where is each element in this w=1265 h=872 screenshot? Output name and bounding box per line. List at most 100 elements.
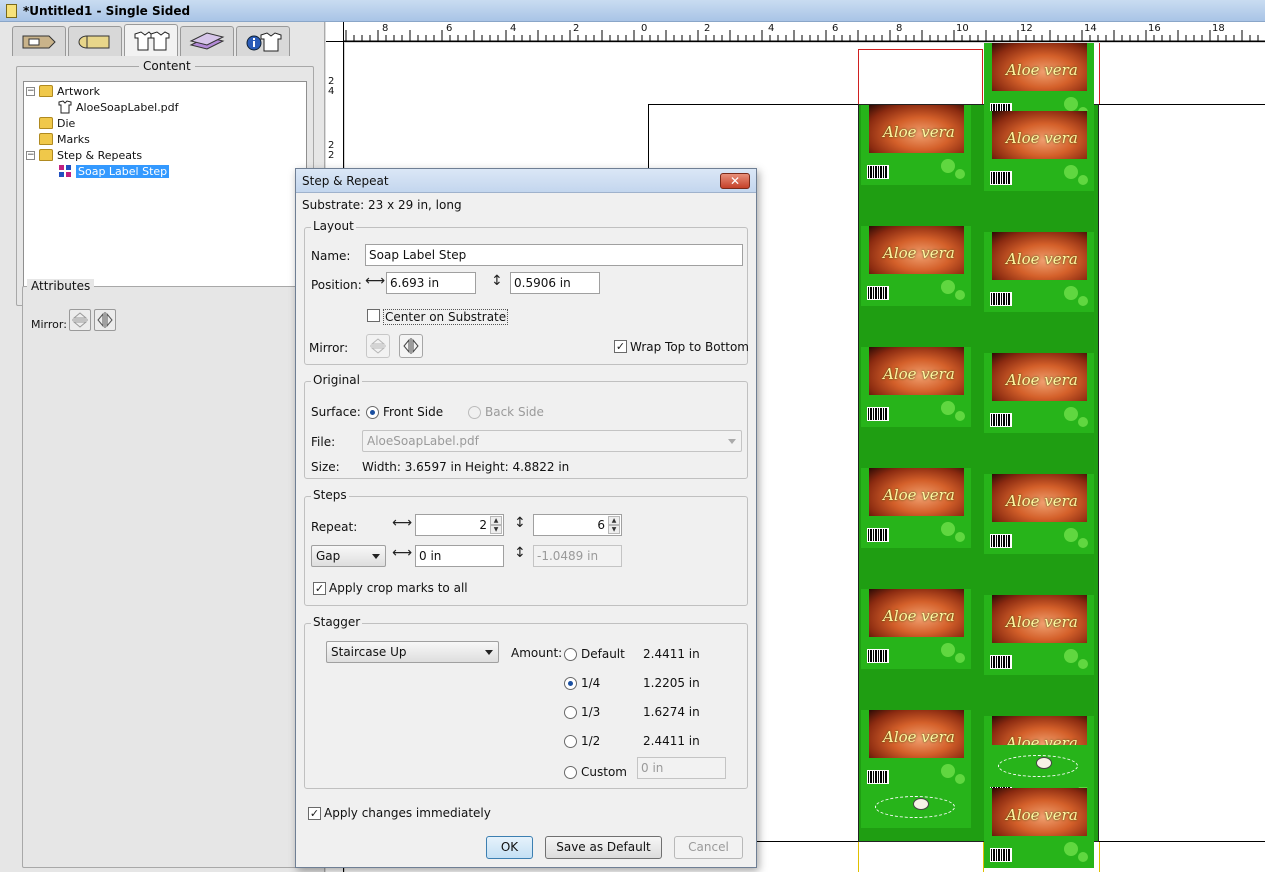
folder-icon [39,133,53,145]
flip-horizontal-icon [403,338,419,354]
tree-item-artwork[interactable]: − Artwork [26,83,100,99]
window-title: *Untitled1 - Single Sided [23,3,191,18]
front-side-radio[interactable] [366,406,379,419]
save-as-default-button[interactable]: Save as Default [545,836,662,859]
mirror-vertical-button[interactable] [366,334,390,358]
stagger-default-radio[interactable] [564,648,577,661]
stagger-mode-dropdown[interactable]: Staircase Up [326,641,499,663]
tab-sheets[interactable] [180,26,234,56]
apply-changes-checkbox[interactable]: ✓ [308,807,321,820]
collapse-icon[interactable]: − [26,86,35,96]
front-side-label[interactable]: Front Side [383,405,443,419]
decor-dot [1064,97,1078,111]
stagger-third-radio[interactable] [564,706,577,719]
tree-item-die[interactable]: Die [39,115,75,131]
flip-horizontal-icon [97,312,113,328]
file-dropdown[interactable]: AloeSoapLabel.pdf [362,430,742,452]
amount-label: Amount: [511,646,563,660]
stagger-third-label[interactable]: 1/3 [581,705,600,719]
ruler-label: 0 [641,23,648,34]
ruler-label: 2 [573,23,580,34]
step-repeat-layout[interactable]: Aloe vera Aloe vera Aloe vera Aloe vera Aloe… [858,43,1099,868]
ruler-corner [326,22,344,42]
stagger-quarter-label[interactable]: 1/4 [581,676,600,690]
tree-item-soap-label-step[interactable]: Soap Label Step [58,163,170,179]
barcode-icon [867,770,889,784]
close-button[interactable]: ✕ [720,173,750,189]
label-brand: Aloe vera [1006,61,1078,79]
label-tile: Aloe vera [984,111,1094,191]
collapse-icon[interactable]: − [26,150,35,160]
back-side-radio[interactable] [468,406,481,419]
barcode-icon [867,165,889,179]
content-tree[interactable]: − Artwork AloeSoapLabel.pdf Die Marks − … [23,81,307,301]
tree-item-artwork-file[interactable]: AloeSoapLabel.pdf [58,99,179,115]
name-field[interactable]: Soap Label Step [365,244,743,266]
repeat-y-field[interactable]: 6 ▲ ▼ [533,514,622,536]
repeat-x-field[interactable]: 2 ▲ ▼ [415,514,504,536]
stagger-custom-radio[interactable] [564,766,577,779]
ruler-label: 10 [956,23,969,34]
position-x-field[interactable]: 6.693 in [386,272,476,294]
wrap-top-to-bottom-label[interactable]: Wrap Top to Bottom [630,340,749,354]
stagger-half-radio[interactable] [564,735,577,748]
ruler-label: 4 [768,23,775,34]
horizontal-arrow-icon: ⟷ [392,545,413,561]
ruler-label: 4 [510,23,517,34]
ok-button[interactable]: OK [486,836,533,859]
cancel-button[interactable]: Cancel [674,836,743,859]
label-tile: Aloe vera [861,226,971,306]
chevron-down-icon [485,650,493,655]
panel-tabs [12,24,290,56]
crop-mark [858,842,859,872]
mirror-horizontal-button[interactable] [94,309,116,331]
original-group: Original Surface: Front Side Back Side F… [304,373,748,479]
wrap-top-to-bottom-checkbox[interactable]: ✓ [614,340,627,353]
center-on-substrate-checkbox[interactable] [367,309,380,322]
stagger-custom-label[interactable]: Custom [581,765,627,779]
apply-crop-marks-label[interactable]: Apply crop marks to all [329,581,468,595]
price-tag-icon [22,35,56,48]
tab-shirts[interactable] [124,24,178,56]
position-y-field[interactable]: 0.5906 in [510,272,600,294]
center-on-substrate-label[interactable]: Center on Substrate [383,309,509,325]
decor-dot [1078,659,1088,669]
ruler-label: 12 [1020,23,1033,34]
label-brand: Aloe vera [1006,613,1078,631]
decor-dot [941,522,955,536]
stagger-half-label[interactable]: 1/2 [581,734,600,748]
decor-dot [941,159,955,173]
ruler-ticks [344,30,1265,41]
tab-tags[interactable] [12,26,66,56]
tree-item-marks[interactable]: Marks [39,131,90,147]
barcode-icon [990,171,1012,185]
repeat-x-spinner[interactable]: ▲ ▼ [490,516,502,534]
mirror-horizontal-button[interactable] [399,334,423,358]
tab-rolls[interactable] [68,26,122,56]
ruler-label: 8 [896,23,903,34]
apply-changes-label[interactable]: Apply changes immediately [324,806,491,820]
label-tile: Aloe vera [984,595,1094,675]
mirror-vertical-button[interactable] [69,309,91,331]
gap-mode-dropdown[interactable]: Gap [311,545,386,567]
decor-dot [955,653,965,663]
apply-crop-marks-checkbox[interactable]: ✓ [313,582,326,595]
decor-dot [1078,852,1088,862]
crop-mark [1099,842,1100,872]
horizontal-ruler[interactable]: 8 6 4 2 0 2 4 6 8 10 12 14 16 18 [344,22,1265,42]
label-brand: Aloe vera [1006,371,1078,389]
stagger-quarter-radio[interactable] [564,677,577,690]
steps-legend: Steps [311,488,349,502]
horizontal-arrow-icon: ⟷ [365,273,386,289]
tree-item-step-repeats[interactable]: − Step & Repeats [26,147,142,163]
stagger-default-label[interactable]: Default [581,647,625,661]
tab-info[interactable] [236,26,290,56]
repeat-y-spinner[interactable]: ▲ ▼ [608,516,620,534]
gap-x-field[interactable]: 0 in [415,545,504,567]
chevron-down-icon [372,554,380,559]
decor-dot [955,532,965,542]
shirt-file-icon [58,100,72,114]
decor-dot [1064,407,1078,421]
ruler-label: 2 [328,150,335,161]
vertical-arrow-icon: ↕ [514,545,526,561]
